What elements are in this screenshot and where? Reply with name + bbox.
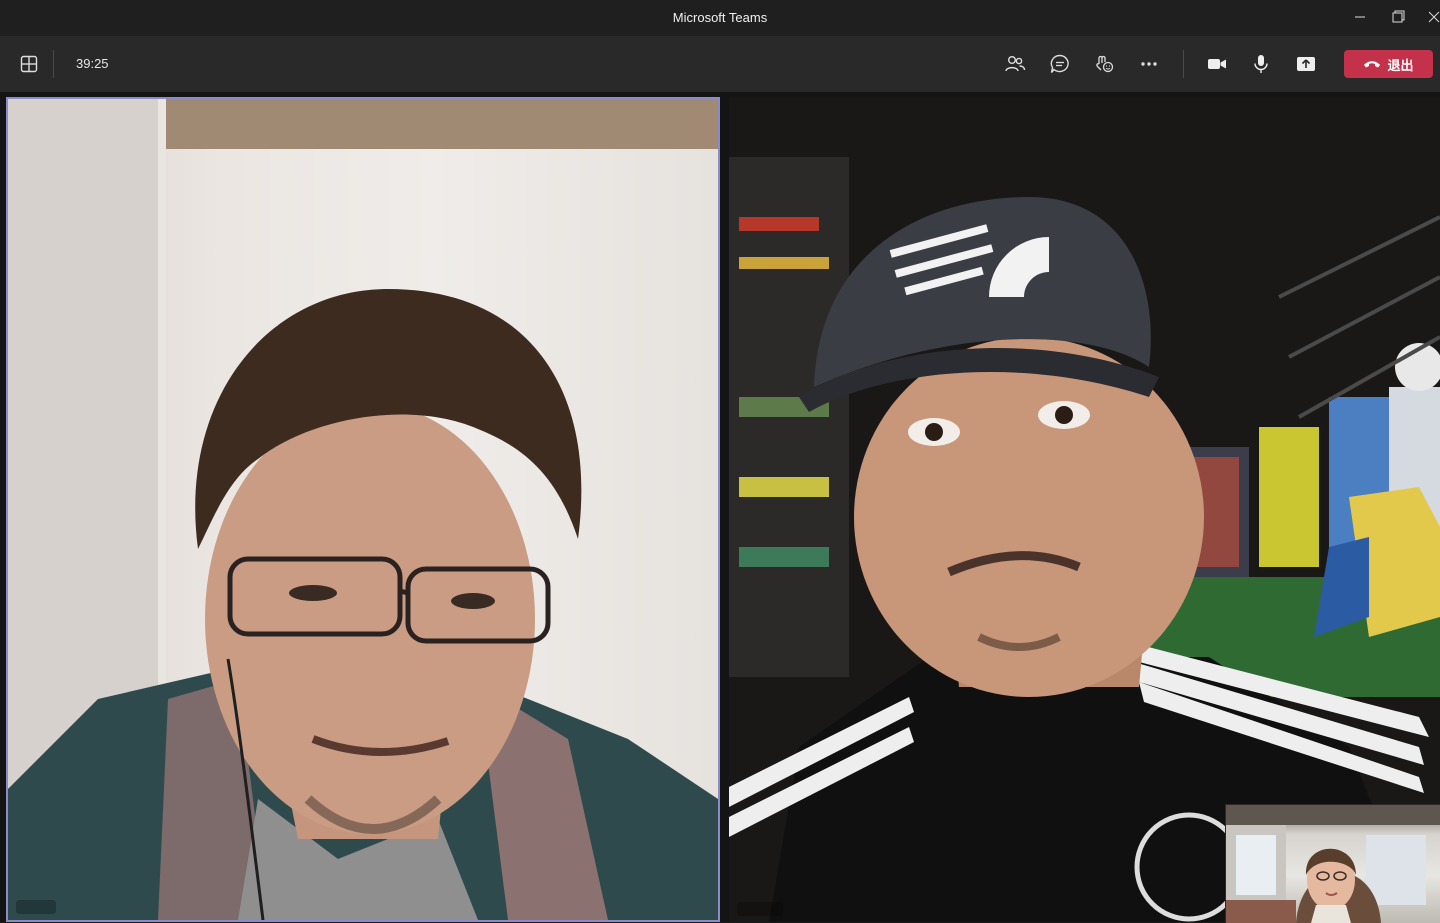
reactions-icon[interactable] — [1087, 47, 1121, 81]
toolbar-divider — [1183, 50, 1184, 78]
minimize-icon[interactable] — [1348, 6, 1372, 28]
participant-name-tag — [737, 902, 783, 916]
leave-button-label: 退出 — [1387, 57, 1414, 73]
title-bar: Microsoft Teams — [0, 0, 1440, 36]
meeting-toolbar: 39:25 退出 — [0, 36, 1440, 92]
video-stage — [0, 92, 1440, 923]
share-screen-icon[interactable] — [1289, 47, 1323, 81]
restore-icon[interactable] — [1386, 6, 1410, 28]
leave-button[interactable]: 退出 — [1344, 50, 1433, 78]
camera-icon[interactable] — [1200, 47, 1234, 81]
self-video — [1226, 805, 1440, 923]
participant-video-tile[interactable] — [6, 97, 720, 922]
participant-video-tile[interactable] — [729, 97, 1440, 922]
people-icon[interactable] — [998, 47, 1032, 81]
microphone-icon[interactable] — [1244, 47, 1278, 81]
toolbar-divider — [53, 50, 54, 78]
phone-hangup-icon — [1363, 58, 1381, 70]
grid-layout-icon[interactable] — [12, 47, 46, 81]
chat-icon[interactable] — [1043, 47, 1077, 81]
participant-name-tag — [16, 900, 56, 914]
close-icon[interactable] — [1422, 6, 1440, 28]
window-title: Microsoft Teams — [672, 10, 768, 25]
meeting-timer: 39:25 — [76, 56, 109, 71]
participant-video — [8, 99, 718, 920]
participant-video — [729, 97, 1440, 922]
self-view-video[interactable] — [1225, 804, 1440, 923]
more-icon[interactable] — [1132, 47, 1166, 81]
